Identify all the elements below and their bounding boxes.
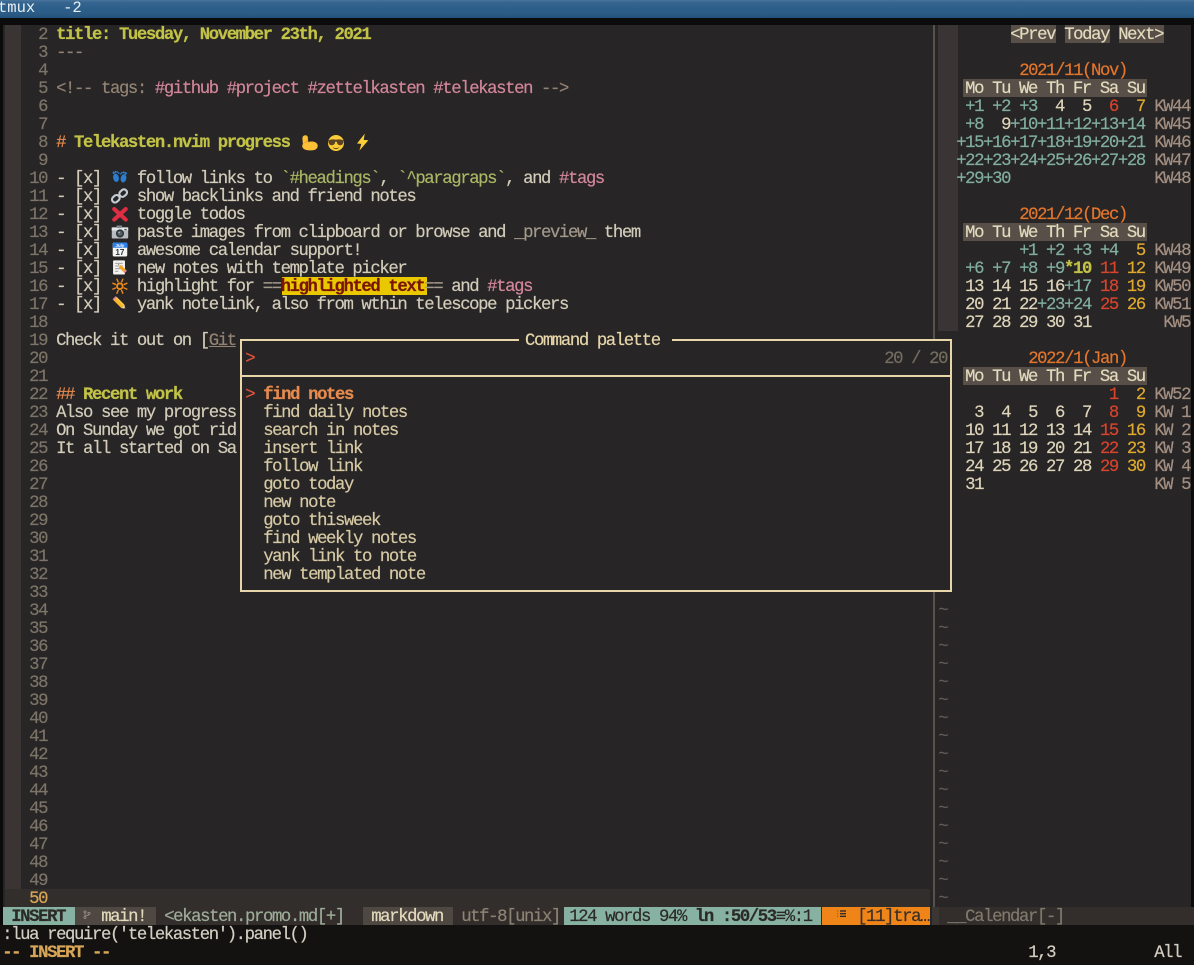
svg-text:17: 17: [115, 248, 125, 257]
